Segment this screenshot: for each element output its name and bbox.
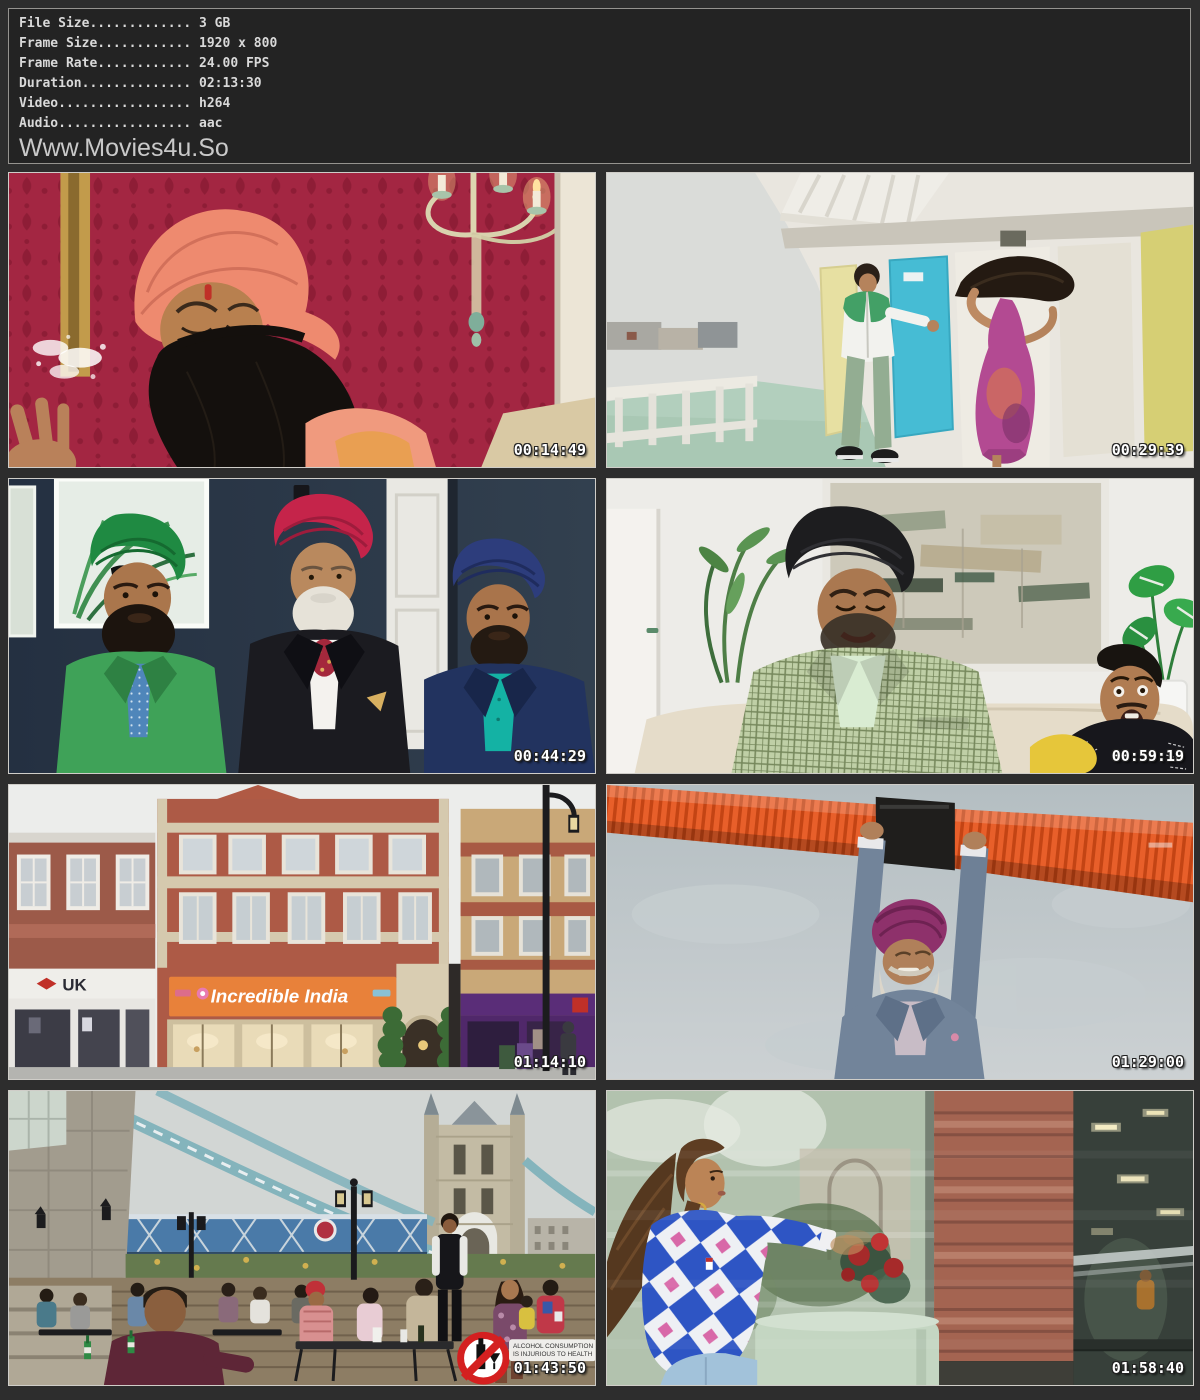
right-hand bbox=[963, 832, 987, 850]
screenshot-sheet: File Size............. 3 GB Frame Size..… bbox=[0, 0, 1200, 1400]
movie-still-2: 00:29:39 bbox=[606, 172, 1194, 468]
raised-hand bbox=[9, 397, 76, 467]
timestamp-overlay: 00:44:29 bbox=[514, 747, 586, 765]
movie-still-1: 00:14:49 bbox=[8, 172, 596, 468]
wall-lantern bbox=[1000, 231, 1026, 247]
info-video: Video................. h264 bbox=[19, 94, 1190, 114]
timestamp-overlay: 01:29:00 bbox=[1112, 1053, 1184, 1071]
movie-still-3: 00:44:29 bbox=[8, 478, 596, 774]
face bbox=[883, 939, 934, 985]
white-cup bbox=[373, 1327, 382, 1342]
bridge-deck bbox=[126, 1214, 427, 1257]
movie-still-5: UK bbox=[8, 784, 596, 1080]
left-art-frame bbox=[9, 487, 35, 636]
scene-bridge-cafe: ALCOHOL CONSUMPTION IS INJURIOUS TO HEAL… bbox=[9, 1091, 595, 1385]
bank-sign-text: UK bbox=[62, 976, 86, 995]
info-frame-rate: Frame Rate............ 24.00 FPS bbox=[19, 54, 1190, 74]
glass-corner bbox=[9, 1091, 66, 1151]
bottle bbox=[418, 1325, 424, 1342]
storefront-sign-text: Incredible India bbox=[211, 985, 349, 1006]
left-stone-wall bbox=[9, 1091, 135, 1286]
info-audio: Audio................. aac bbox=[19, 114, 1190, 134]
face-profile bbox=[685, 1159, 725, 1209]
left-hand bbox=[860, 822, 884, 840]
scene-beach-huts bbox=[607, 173, 1193, 467]
timestamp-overlay: 00:59:19 bbox=[1112, 747, 1184, 765]
door-handle bbox=[647, 628, 659, 633]
scene-sadhu-closeup bbox=[9, 173, 595, 467]
scene-running-woman bbox=[607, 1091, 1193, 1385]
site-watermark: Www.Movies4u.So bbox=[19, 134, 1190, 163]
stone-steps bbox=[9, 1286, 112, 1385]
info-frame-size: Frame Size............ 1920 x 800 bbox=[19, 34, 1190, 54]
bridge-emblem bbox=[315, 1220, 335, 1240]
head bbox=[144, 1290, 186, 1334]
timestamp-overlay: 00:14:49 bbox=[514, 441, 586, 459]
alley bbox=[449, 964, 461, 1079]
left-building: UK bbox=[9, 833, 155, 1079]
timestamp-overlay: 01:58:40 bbox=[1112, 1359, 1184, 1377]
scene-india-street: UK bbox=[9, 785, 595, 1079]
media-info-panel: File Size............. 3 GB Frame Size..… bbox=[8, 8, 1191, 164]
movie-still-6: 01:29:00 bbox=[606, 784, 1194, 1080]
timestamp-overlay: 01:14:10 bbox=[514, 1053, 586, 1071]
warning-text-line1: ALCOHOL CONSUMPTION bbox=[513, 1343, 594, 1350]
movie-still-4: 00:59:19 bbox=[606, 478, 1194, 774]
door-chandelier-glow bbox=[418, 1040, 428, 1050]
movie-still-7: ALCOHOL CONSUMPTION IS INJURIOUS TO HEAL… bbox=[8, 1090, 596, 1386]
tilak-mark bbox=[205, 284, 212, 300]
black-vest bbox=[436, 1234, 464, 1290]
recycle-logo bbox=[572, 998, 588, 1013]
screenshot-grid: 00:14:49 bbox=[8, 172, 1194, 1386]
table bbox=[296, 1341, 454, 1349]
main-brick-building: Incredible India bbox=[157, 785, 465, 1079]
pocket-square bbox=[951, 1033, 959, 1041]
info-file-size: File Size............. 3 GB bbox=[19, 14, 1190, 34]
timestamp-overlay: 01:43:50 bbox=[514, 1359, 586, 1377]
scene-pipe-hang bbox=[607, 785, 1193, 1079]
scene-three-men bbox=[9, 479, 595, 773]
restaurant-sign: Incredible India bbox=[169, 977, 396, 1017]
timestamp-overlay: 00:29:39 bbox=[1112, 441, 1184, 459]
movie-still-8: 01:58:40 bbox=[606, 1090, 1194, 1386]
ground-windows bbox=[167, 1019, 399, 1075]
info-duration: Duration.............. 02:13:30 bbox=[19, 74, 1190, 94]
scene-sofa-shock bbox=[607, 479, 1193, 773]
warning-text-line2: IS INJURIOUS TO HEALTH bbox=[513, 1351, 593, 1358]
